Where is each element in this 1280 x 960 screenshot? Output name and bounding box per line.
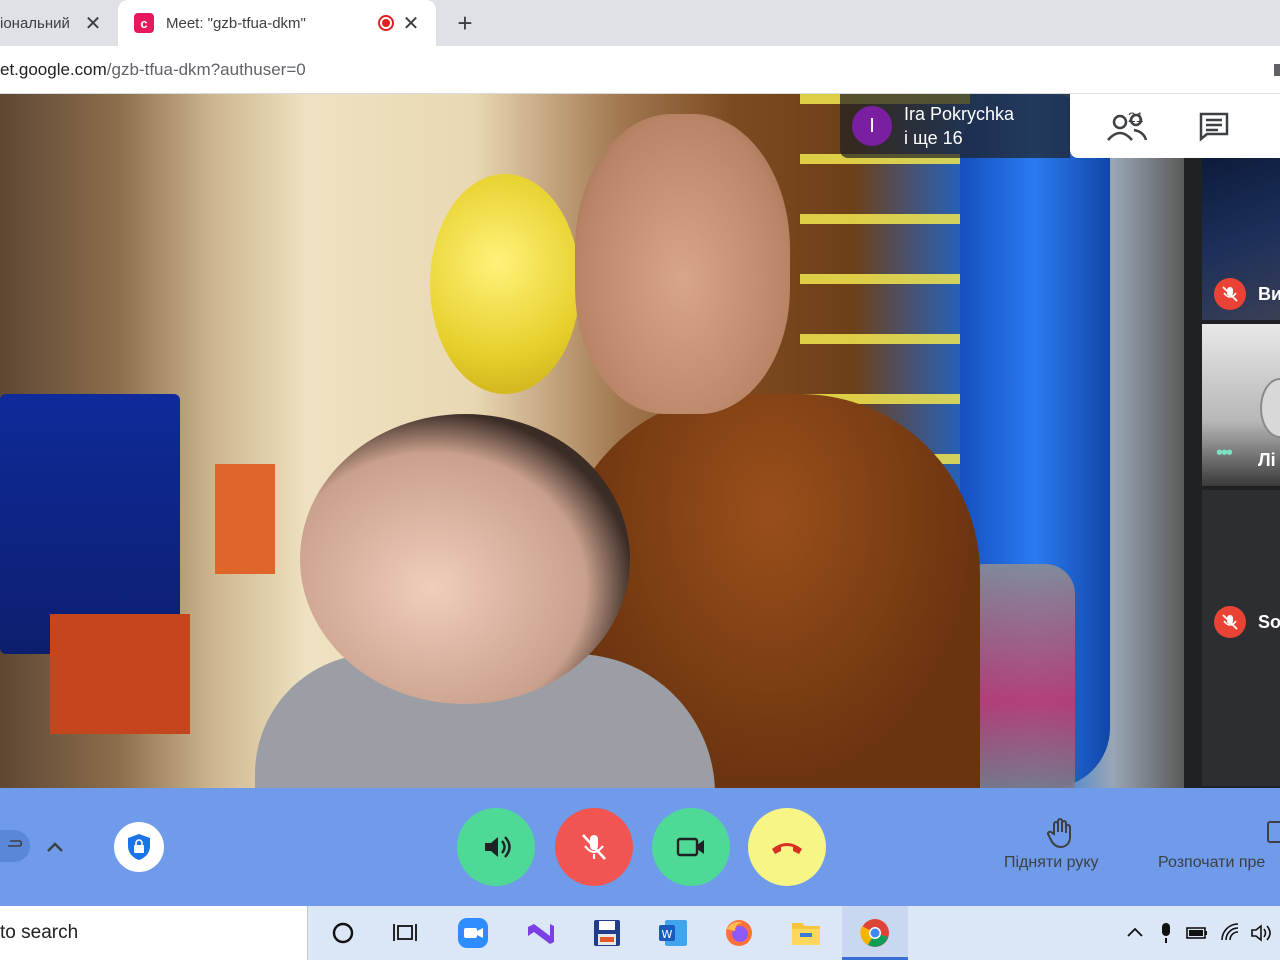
tab-previous[interactable]: іональний ✕: [0, 0, 118, 46]
top-right-panel: 21: [1070, 94, 1280, 158]
main-video: [0, 94, 1184, 788]
url-text[interactable]: et.google.com/gzb-tfua-dkm?authuser=0: [0, 60, 306, 80]
file-explorer-icon[interactable]: [789, 916, 823, 950]
video-scene: [300, 414, 630, 704]
chrome-icon[interactable]: [858, 916, 892, 950]
participant-filmstrip: Ви ••• Лі So: [1184, 158, 1280, 788]
participant-video: [1260, 378, 1280, 438]
chat-icon[interactable]: [1198, 110, 1230, 142]
speaker-icon: [485, 836, 511, 858]
avatar: I: [852, 106, 892, 146]
participant-names: Ira Pokrychka і ще 16: [904, 102, 1014, 150]
word-icon[interactable]: W: [656, 916, 690, 950]
participant-chip[interactable]: I Ira Pokrychka і ще 16: [840, 94, 1070, 158]
wifi-icon[interactable]: [1220, 922, 1242, 944]
raise-hand-icon[interactable]: [1044, 816, 1078, 850]
floppy-icon[interactable]: [590, 916, 624, 950]
url-host: et.google.com: [0, 60, 107, 79]
videocam-icon: [676, 837, 704, 857]
meeting-controls: Підняти руку Розпочати пре: [0, 788, 1280, 906]
cortana-icon[interactable]: [326, 916, 360, 950]
search-placeholder: to search: [0, 922, 79, 943]
microphone-icon[interactable]: [1155, 922, 1177, 944]
chevron-up-icon[interactable]: [42, 834, 68, 860]
chevron-up-icon[interactable]: [1124, 922, 1146, 944]
visual-studio-icon[interactable]: [523, 916, 557, 950]
screen: іональний ✕ c Meet: "gzb-tfua-dkm" ✕ + e…: [0, 0, 1280, 960]
new-tab-button[interactable]: +: [450, 8, 480, 38]
phone-hangup-icon: [772, 843, 802, 854]
mic-off-icon: [1214, 278, 1246, 310]
mic-off-icon: [582, 834, 606, 860]
video-scene: [430, 174, 580, 394]
participant-name: Лі: [1258, 450, 1276, 470]
tab-label: Meet: "gzb-tfua-dkm": [166, 14, 306, 32]
hang-up-button[interactable]: [748, 808, 826, 886]
favicon-icon: c: [134, 13, 154, 33]
participant-tile[interactable]: So: [1202, 490, 1280, 786]
volume-icon[interactable]: [1250, 922, 1272, 944]
present-screen-icon[interactable]: [1266, 820, 1280, 844]
url-path: /gzb-tfua-dkm?authuser=0: [106, 60, 306, 79]
participant-tile[interactable]: ••• Лі: [1202, 324, 1280, 486]
address-bar[interactable]: et.google.com/gzb-tfua-dkm?authuser=0: [0, 46, 1280, 94]
zoom-icon[interactable]: [456, 916, 490, 950]
taskbar-search-input[interactable]: to search: [0, 906, 308, 960]
raise-hand-button[interactable]: Підняти руку: [1004, 854, 1099, 872]
extension-icon[interactable]: [1274, 64, 1280, 76]
attachment-icon[interactable]: [0, 830, 30, 862]
participant-name: Ira Pokrychka: [904, 104, 1015, 124]
security-shield-icon[interactable]: [114, 822, 164, 872]
camera-button[interactable]: [652, 808, 730, 886]
windows-taskbar: to search W: [0, 906, 1280, 960]
microphone-button[interactable]: [555, 808, 633, 886]
task-view-icon[interactable]: [388, 916, 422, 950]
participant-tile[interactable]: Ви: [1202, 158, 1280, 320]
participant-others: і ще 16: [904, 128, 963, 148]
video-scene: [215, 464, 275, 574]
battery-icon[interactable]: [1186, 922, 1208, 944]
close-icon[interactable]: ✕: [82, 12, 104, 35]
video-scene: [575, 114, 790, 414]
participant-name: Ви: [1258, 284, 1280, 304]
present-button[interactable]: Розпочати пре: [1158, 854, 1265, 872]
tab-meet[interactable]: c Meet: "gzb-tfua-dkm" ✕: [118, 0, 436, 46]
recording-icon: [378, 15, 394, 31]
tab-strip: іональний ✕ c Meet: "gzb-tfua-dkm" ✕ +: [0, 0, 1280, 46]
firefox-icon[interactable]: [722, 916, 756, 950]
svg-text:W: W: [662, 928, 673, 941]
tab-label: іональний: [0, 14, 70, 32]
speaker-button[interactable]: [457, 808, 535, 886]
video-scene: [50, 614, 190, 734]
participant-name: So: [1258, 612, 1280, 632]
mic-off-icon: [1214, 606, 1246, 638]
people-count: 21: [1128, 109, 1144, 125]
speaking-indicator-icon: •••: [1216, 442, 1233, 464]
close-icon[interactable]: ✕: [400, 12, 422, 35]
